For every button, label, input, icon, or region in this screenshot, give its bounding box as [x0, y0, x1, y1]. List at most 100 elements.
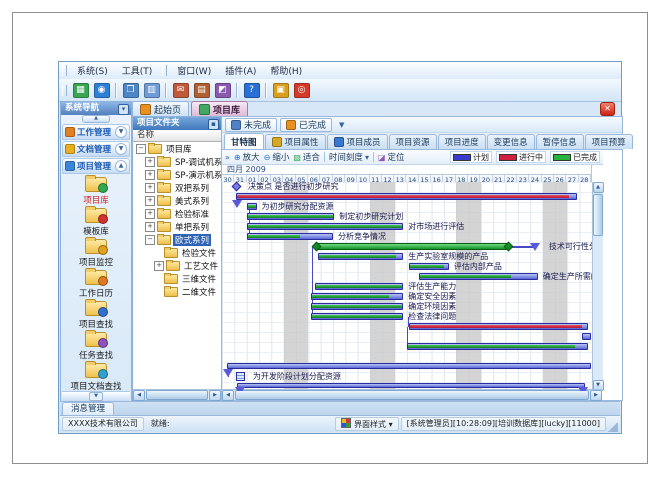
- gantt-chart-area[interactable]: 决策点 是否进行初步研究为初步研究分配资源制定初步研究计划对市场进行评估分析竞争…: [222, 182, 592, 391]
- summary-bar[interactable]: [236, 193, 578, 200]
- collapse-minus-icon[interactable]: −: [145, 235, 155, 245]
- task-bar[interactable]: [311, 313, 404, 320]
- resize-grip[interactable]: [608, 422, 618, 432]
- toolbar-overflow-icon[interactable]: »: [225, 153, 230, 162]
- tree-node-2[interactable]: +SP-调试机系: [133, 155, 221, 168]
- fit-button[interactable]: ▧适合: [293, 151, 320, 163]
- scroll-up-icon[interactable]: ▲: [593, 182, 604, 193]
- tree-node-3[interactable]: +SP-演示机系: [133, 168, 221, 181]
- chevron-down-icon[interactable]: ▼: [115, 143, 127, 155]
- gantt-tab-1[interactable]: 甘特图: [224, 133, 264, 149]
- task-bar[interactable]: [247, 213, 335, 220]
- menu-item-3[interactable]: 窗口(W): [170, 63, 218, 78]
- expand-plus-icon[interactable]: +: [154, 261, 164, 271]
- tree-node-7[interactable]: +单把系列: [133, 220, 221, 233]
- interface-style-button[interactable]: 界面样式 ▾: [335, 417, 399, 431]
- gantt-tab-8[interactable]: 项目预算: [585, 134, 633, 149]
- filter-button-2[interactable]: 已完成: [280, 118, 332, 132]
- sidebar-group-2[interactable]: 文档管理▼: [62, 141, 130, 157]
- sidebar-group-1[interactable]: 工作管理▼: [62, 124, 130, 140]
- tree-column-header[interactable]: 名称: [133, 130, 221, 142]
- window-button[interactable]: ❐: [121, 81, 140, 99]
- milestone-marker-icon[interactable]: [530, 243, 540, 251]
- expand-plus-icon[interactable]: +: [145, 183, 155, 193]
- task-bar[interactable]: [409, 323, 588, 330]
- menu-item-2[interactable]: 工具(T): [115, 63, 160, 78]
- zoom-in-button[interactable]: ⊕放大: [234, 151, 260, 163]
- tree-node-10[interactable]: +工艺文件: [133, 259, 221, 272]
- task-bar[interactable]: [311, 293, 404, 300]
- sidebar-bottom-group[interactable]: ▼: [62, 391, 130, 401]
- filter-chevron-icon[interactable]: ▼: [335, 121, 348, 129]
- tree-node-9[interactable]: 检验文件: [133, 246, 221, 259]
- scroll-right-icon[interactable]: ▶: [590, 390, 602, 401]
- sidebar-item-5[interactable]: 项目查找: [79, 301, 113, 332]
- bracket-summary-bar[interactable]: [237, 383, 585, 388]
- phase-summary-bar[interactable]: [227, 363, 591, 369]
- gantt-tab-7[interactable]: 暂停信息: [536, 134, 584, 149]
- tree-node-12[interactable]: 二维文件: [133, 285, 221, 298]
- document-tab-1[interactable]: 起始页: [132, 101, 189, 116]
- tree-node-11[interactable]: 三维文件: [133, 272, 221, 285]
- sidebar-item-1[interactable]: 项目库: [83, 177, 109, 208]
- expand-plus-icon[interactable]: +: [145, 222, 155, 232]
- sidebar-item-3[interactable]: 项目监控: [79, 239, 113, 270]
- report-button[interactable]: ▤: [192, 81, 211, 99]
- mail-report-button[interactable]: ✉: [171, 81, 190, 99]
- menu-item-1[interactable]: 系统(S): [70, 63, 115, 78]
- menu-item-5[interactable]: 帮助(H): [263, 63, 309, 78]
- app-settings-button[interactable]: ▦: [71, 81, 90, 99]
- task-bar[interactable]: [409, 263, 448, 270]
- gantt-tab-3[interactable]: 项目成员: [327, 134, 388, 149]
- milestone-diamond[interactable]: [231, 182, 241, 191]
- tree-hscrollbar[interactable]: ◀ ▶: [133, 389, 221, 400]
- scroll-left-icon[interactable]: ◀: [133, 390, 145, 401]
- sidebar-item-2[interactable]: 模板库: [83, 208, 109, 239]
- gantt-hscrollbar[interactable]: ◀ ▶: [222, 389, 602, 400]
- time-scale-dropdown[interactable]: 时间刻度▾: [329, 151, 369, 163]
- scroll-left-icon[interactable]: ◀: [222, 390, 234, 401]
- expand-plus-icon[interactable]: +: [145, 209, 155, 219]
- tree-node-5[interactable]: +美式系列: [133, 194, 221, 207]
- layout-button[interactable]: ▥: [142, 81, 161, 99]
- task-bar[interactable]: [318, 253, 403, 260]
- clipped-bar[interactable]: [582, 333, 591, 340]
- document-tab-2[interactable]: 项目库: [191, 101, 248, 116]
- sidebar-pin-icon[interactable]: ▾: [118, 104, 129, 115]
- sidebar-group-3[interactable]: 项目管理▲: [62, 158, 130, 174]
- resource-note-icon[interactable]: [236, 372, 245, 381]
- power-button[interactable]: ◎: [292, 81, 311, 99]
- sidebar-collapse-strip[interactable]: ▲: [61, 115, 131, 123]
- collapse-minus-icon[interactable]: −: [136, 144, 146, 154]
- tree-node-1[interactable]: −项目库: [133, 142, 221, 155]
- expand-plus-icon[interactable]: +: [145, 196, 155, 206]
- close-icon[interactable]: ✕: [600, 102, 615, 116]
- task-bar[interactable]: [407, 343, 588, 350]
- gantt-hscroll-thumb[interactable]: [235, 390, 589, 400]
- tree-node-6[interactable]: +检验标准: [133, 207, 221, 220]
- task-bar[interactable]: [247, 223, 404, 230]
- scroll-right-icon[interactable]: ▶: [209, 390, 221, 401]
- expand-plus-icon[interactable]: +: [145, 170, 155, 180]
- locate-button[interactable]: ◪定位: [378, 151, 405, 163]
- chevron-down-icon[interactable]: ▼: [115, 126, 127, 138]
- task-bar[interactable]: [315, 283, 404, 290]
- task-bar[interactable]: [311, 303, 404, 310]
- summary-completed-bar[interactable]: [316, 243, 508, 250]
- task-bar[interactable]: [419, 273, 537, 280]
- expand-plus-icon[interactable]: +: [145, 157, 155, 167]
- lock-button[interactable]: ▣: [271, 81, 290, 99]
- tree-node-4[interactable]: +双把系列: [133, 181, 221, 194]
- gantt-vscrollbar[interactable]: ▲ ▼: [592, 182, 603, 391]
- task-bar[interactable]: [247, 233, 333, 240]
- filter-button-1[interactable]: 未完成: [225, 118, 277, 132]
- sidebar-item-6[interactable]: 任务查找: [79, 332, 113, 363]
- chevron-up-icon[interactable]: ▲: [115, 160, 127, 172]
- tab-message-management[interactable]: 消息管理: [62, 402, 114, 416]
- menu-item-4[interactable]: 插件(A): [218, 63, 263, 78]
- chart-pin-button[interactable]: ◩: [213, 81, 232, 99]
- tree-pin-icon[interactable]: ▪: [208, 119, 219, 130]
- gantt-tab-5[interactable]: 项目进度: [438, 134, 486, 149]
- task-bar[interactable]: [247, 203, 257, 210]
- gantt-tab-4[interactable]: 项目资源: [389, 134, 437, 149]
